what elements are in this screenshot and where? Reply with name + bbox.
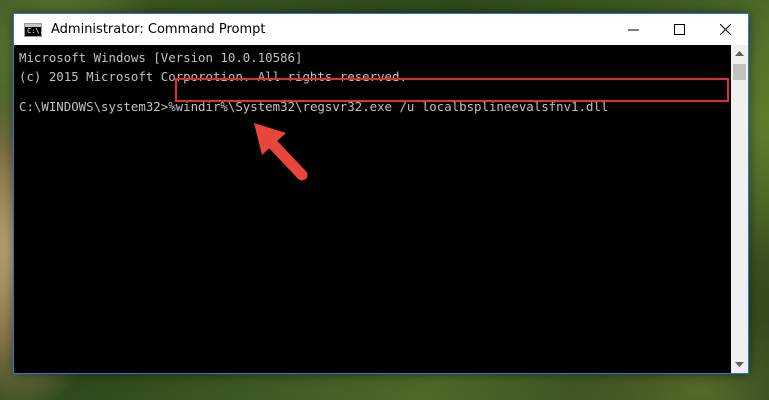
chevron-up-icon [735, 50, 744, 56]
scroll-up-button[interactable] [731, 45, 748, 62]
window-title: Administrator: Command Prompt [51, 22, 266, 37]
console-line-version: Microsoft Windows [Version 10.0.10586] [19, 50, 303, 65]
scroll-down-button[interactable] [731, 356, 748, 373]
cmd-app-icon[interactable]: C:\. [24, 22, 44, 37]
scroll-thumb[interactable] [733, 64, 746, 80]
cmd-app-icon-text: C:\. [27, 26, 44, 35]
command-highlight-box [175, 78, 729, 102]
vertical-scrollbar[interactable] [731, 45, 748, 373]
command-prompt-window[interactable]: C:\. Administrator: Command Prompt Micro… [13, 13, 749, 374]
chevron-down-icon [735, 361, 744, 367]
console-prompt: C:\WINDOWS\system32> [19, 99, 169, 114]
close-icon [719, 24, 731, 35]
maximize-button[interactable] [656, 14, 702, 45]
title-bar[interactable]: C:\. Administrator: Command Prompt [14, 14, 748, 45]
close-button[interactable] [702, 14, 748, 45]
window-controls [610, 14, 748, 45]
pointer-arrow-icon [254, 123, 308, 181]
minimize-icon [627, 29, 639, 31]
maximize-icon [673, 24, 685, 35]
minimize-button[interactable] [610, 14, 656, 45]
